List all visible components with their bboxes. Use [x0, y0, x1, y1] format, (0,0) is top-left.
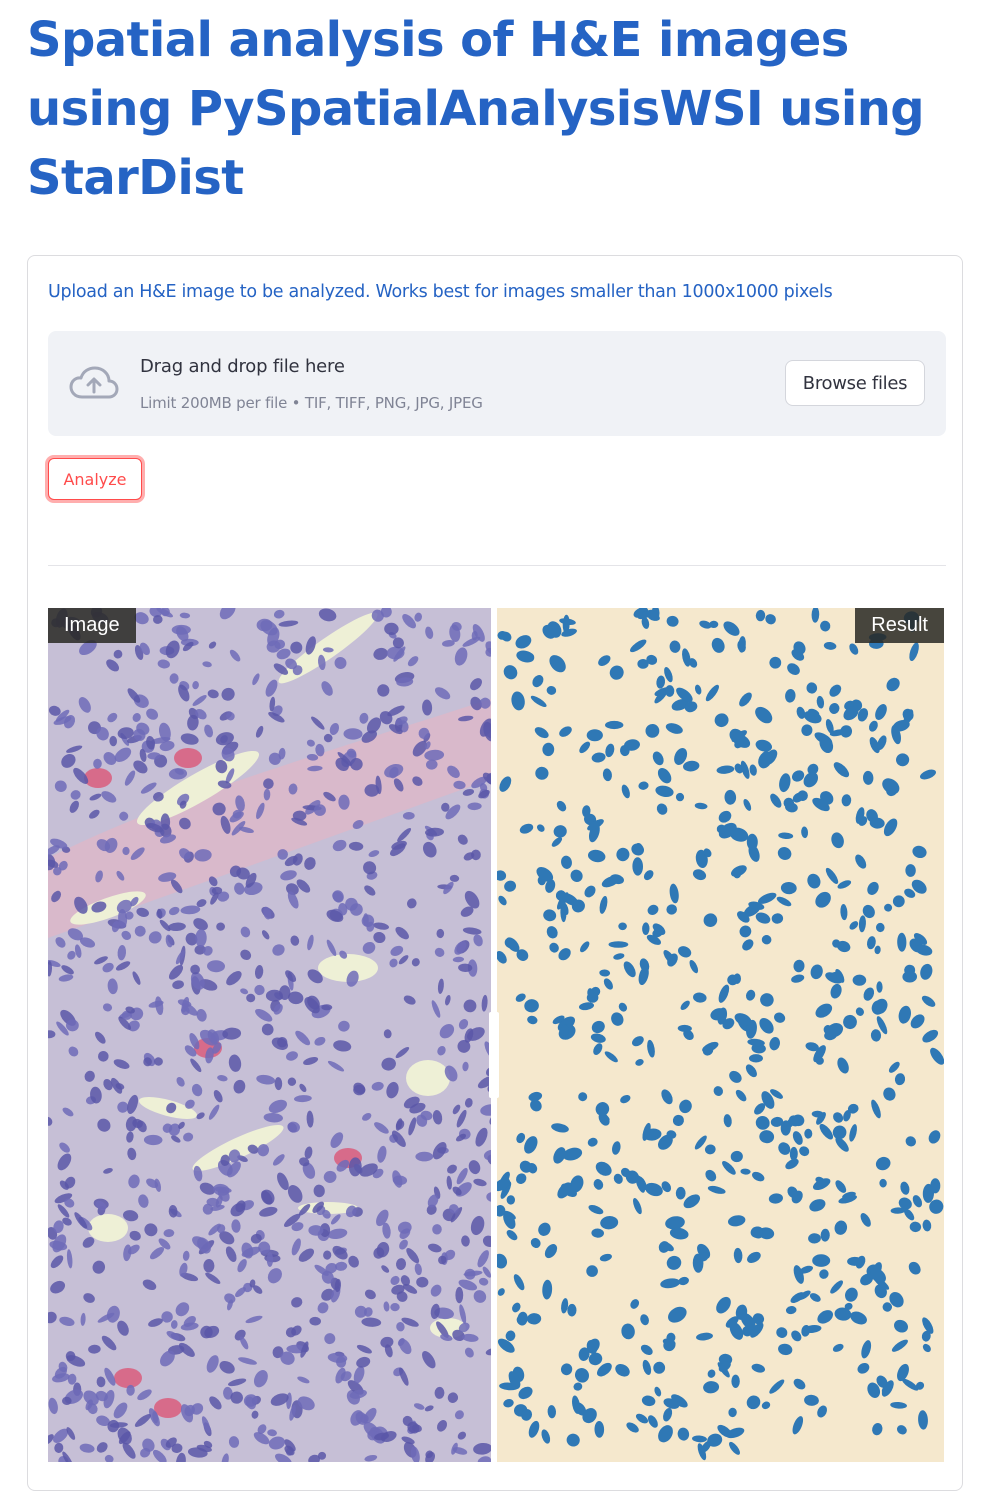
- analysis-form: Upload an H&E image to be analyzed. Work…: [27, 255, 963, 1491]
- divider: [48, 565, 946, 566]
- image-label: Image: [48, 608, 136, 643]
- image-comparison-slider[interactable]: Image Result: [48, 608, 944, 1462]
- page-title: Spatial analysis of H&E images using PyS…: [27, 12, 925, 206]
- he-stained-image: [48, 608, 500, 1462]
- slider-handle[interactable]: [489, 1012, 499, 1098]
- segmentation-result-image: [493, 608, 944, 1462]
- cloud-upload-icon: [69, 366, 119, 399]
- dropzone-title: Drag and drop file here: [140, 356, 345, 377]
- analyze-button[interactable]: Analyze: [48, 458, 142, 500]
- browse-files-button[interactable]: Browse files: [785, 360, 925, 406]
- dropzone-hint: Limit 200MB per file • TIF, TIFF, PNG, J…: [140, 394, 483, 412]
- result-label: Result: [855, 608, 944, 643]
- file-dropzone[interactable]: Drag and drop file here Limit 200MB per …: [48, 331, 946, 436]
- upload-label: Upload an H&E image to be analyzed. Work…: [48, 282, 833, 302]
